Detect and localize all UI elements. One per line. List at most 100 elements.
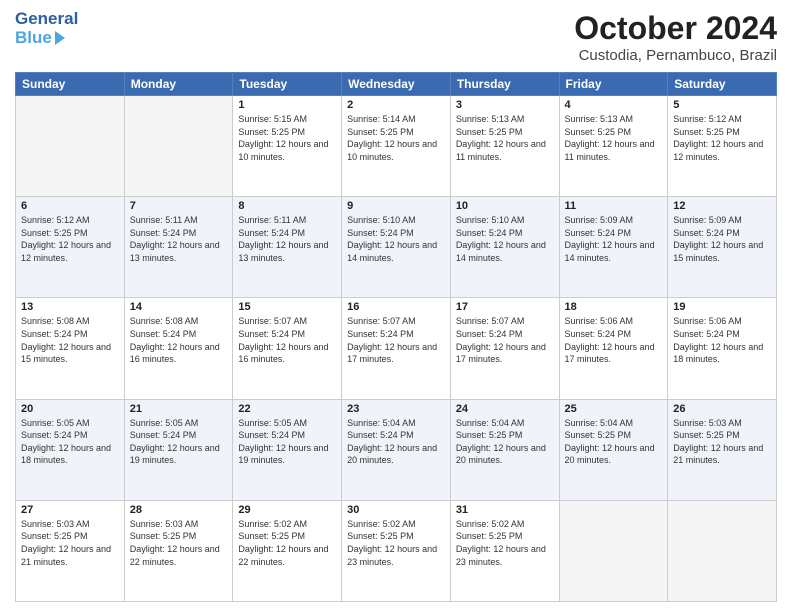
day-detail: Sunrise: 5:04 AMSunset: 5:24 PMDaylight:… xyxy=(347,417,445,467)
day-number: 12 xyxy=(673,200,771,212)
calendar-cell xyxy=(16,96,125,197)
day-header-tuesday: Tuesday xyxy=(233,73,342,96)
day-detail: Sunrise: 5:08 AMSunset: 5:24 PMDaylight:… xyxy=(21,315,119,365)
days-header-row: SundayMondayTuesdayWednesdayThursdayFrid… xyxy=(16,73,777,96)
day-detail: Sunrise: 5:12 AMSunset: 5:25 PMDaylight:… xyxy=(673,113,771,163)
day-number: 17 xyxy=(456,301,554,313)
day-detail: Sunrise: 5:05 AMSunset: 5:24 PMDaylight:… xyxy=(238,417,336,467)
day-detail: Sunrise: 5:11 AMSunset: 5:24 PMDaylight:… xyxy=(238,214,336,264)
calendar-cell: 9 Sunrise: 5:10 AMSunset: 5:24 PMDaylight… xyxy=(342,197,451,298)
day-detail: Sunrise: 5:09 AMSunset: 5:24 PMDaylight:… xyxy=(565,214,663,264)
day-number: 7 xyxy=(130,200,228,212)
logo-arrow-icon xyxy=(55,31,65,45)
calendar-cell: 1 Sunrise: 5:15 AMSunset: 5:25 PMDaylight… xyxy=(233,96,342,197)
day-number: 31 xyxy=(456,504,554,516)
day-detail: Sunrise: 5:04 AMSunset: 5:25 PMDaylight:… xyxy=(456,417,554,467)
week-row-5: 27Sunrise: 5:03 AMSunset: 5:25 PMDayligh… xyxy=(16,500,777,601)
calendar-cell: 2 Sunrise: 5:14 AMSunset: 5:25 PMDaylight… xyxy=(342,96,451,197)
calendar-cell: 14Sunrise: 5:08 AMSunset: 5:24 PMDayligh… xyxy=(124,298,233,399)
day-number: 16 xyxy=(347,301,445,313)
day-detail: Sunrise: 5:02 AMSunset: 5:25 PMDaylight:… xyxy=(347,518,445,568)
day-header-friday: Friday xyxy=(559,73,668,96)
day-number: 2 xyxy=(347,99,445,111)
day-detail: Sunrise: 5:12 AMSunset: 5:25 PMDaylight:… xyxy=(21,214,119,264)
calendar-cell: 23 Sunrise: 5:04 AMSunset: 5:24 PMDayligh… xyxy=(342,399,451,500)
day-detail: Sunrise: 5:03 AMSunset: 5:25 PMDaylight:… xyxy=(21,518,119,568)
day-number: 30 xyxy=(347,504,445,516)
calendar-cell: 15 Sunrise: 5:07 AMSunset: 5:24 PMDayligh… xyxy=(233,298,342,399)
day-detail: Sunrise: 5:10 AMSunset: 5:24 PMDaylight:… xyxy=(347,214,445,264)
calendar-cell: 11Sunrise: 5:09 AMSunset: 5:24 PMDayligh… xyxy=(559,197,668,298)
calendar-cell: 27Sunrise: 5:03 AMSunset: 5:25 PMDayligh… xyxy=(16,500,125,601)
day-number: 25 xyxy=(565,403,663,415)
page: General Blue October 2024 Custodia, Pern… xyxy=(0,0,792,612)
calendar-cell: 19 Sunrise: 5:06 AMSunset: 5:24 PMDayligh… xyxy=(668,298,777,399)
day-detail: Sunrise: 5:10 AMSunset: 5:24 PMDaylight:… xyxy=(456,214,554,264)
calendar-cell: 26 Sunrise: 5:03 AMSunset: 5:25 PMDayligh… xyxy=(668,399,777,500)
week-row-4: 20 Sunrise: 5:05 AMSunset: 5:24 PMDayligh… xyxy=(16,399,777,500)
day-detail: Sunrise: 5:11 AMSunset: 5:24 PMDaylight:… xyxy=(130,214,228,264)
calendar-cell xyxy=(668,500,777,601)
day-detail: Sunrise: 5:07 AMSunset: 5:24 PMDaylight:… xyxy=(238,315,336,365)
calendar-cell: 17 Sunrise: 5:07 AMSunset: 5:24 PMDayligh… xyxy=(450,298,559,399)
week-row-3: 13 Sunrise: 5:08 AMSunset: 5:24 PMDayligh… xyxy=(16,298,777,399)
month-title: October 2024 xyxy=(574,10,777,47)
day-number: 8 xyxy=(238,200,336,212)
day-header-saturday: Saturday xyxy=(668,73,777,96)
calendar-cell: 10 Sunrise: 5:10 AMSunset: 5:24 PMDayligh… xyxy=(450,197,559,298)
day-header-wednesday: Wednesday xyxy=(342,73,451,96)
calendar-cell: 12 Sunrise: 5:09 AMSunset: 5:24 PMDayligh… xyxy=(668,197,777,298)
logo-blue: Blue xyxy=(15,29,52,48)
day-number: 15 xyxy=(238,301,336,313)
day-number: 5 xyxy=(673,99,771,111)
calendar-cell: 24 Sunrise: 5:04 AMSunset: 5:25 PMDayligh… xyxy=(450,399,559,500)
day-number: 10 xyxy=(456,200,554,212)
day-number: 23 xyxy=(347,403,445,415)
calendar-cell: 5 Sunrise: 5:12 AMSunset: 5:25 PMDaylight… xyxy=(668,96,777,197)
calendar-cell: 28 Sunrise: 5:03 AMSunset: 5:25 PMDayligh… xyxy=(124,500,233,601)
day-number: 26 xyxy=(673,403,771,415)
calendar-cell: 16 Sunrise: 5:07 AMSunset: 5:24 PMDayligh… xyxy=(342,298,451,399)
day-detail: Sunrise: 5:07 AMSunset: 5:24 PMDaylight:… xyxy=(456,315,554,365)
day-detail: Sunrise: 5:15 AMSunset: 5:25 PMDaylight:… xyxy=(238,113,336,163)
day-number: 4 xyxy=(565,99,663,111)
day-detail: Sunrise: 5:03 AMSunset: 5:25 PMDaylight:… xyxy=(673,417,771,467)
day-number: 22 xyxy=(238,403,336,415)
day-detail: Sunrise: 5:03 AMSunset: 5:25 PMDaylight:… xyxy=(130,518,228,568)
location: Custodia, Pernambuco, Brazil xyxy=(574,47,777,64)
day-number: 28 xyxy=(130,504,228,516)
day-detail: Sunrise: 5:04 AMSunset: 5:25 PMDaylight:… xyxy=(565,417,663,467)
calendar-cell: 21Sunrise: 5:05 AMSunset: 5:24 PMDayligh… xyxy=(124,399,233,500)
day-header-sunday: Sunday xyxy=(16,73,125,96)
day-detail: Sunrise: 5:05 AMSunset: 5:24 PMDaylight:… xyxy=(130,417,228,467)
day-number: 6 xyxy=(21,200,119,212)
day-number: 14 xyxy=(130,301,228,313)
day-detail: Sunrise: 5:14 AMSunset: 5:25 PMDaylight:… xyxy=(347,113,445,163)
calendar-cell: 22 Sunrise: 5:05 AMSunset: 5:24 PMDayligh… xyxy=(233,399,342,500)
day-detail: Sunrise: 5:02 AMSunset: 5:25 PMDaylight:… xyxy=(238,518,336,568)
day-detail: Sunrise: 5:13 AMSunset: 5:25 PMDaylight:… xyxy=(565,113,663,163)
day-number: 24 xyxy=(456,403,554,415)
calendar-cell: 31 Sunrise: 5:02 AMSunset: 5:25 PMDayligh… xyxy=(450,500,559,601)
calendar-cell xyxy=(559,500,668,601)
calendar-cell: 13 Sunrise: 5:08 AMSunset: 5:24 PMDayligh… xyxy=(16,298,125,399)
title-block: October 2024 Custodia, Pernambuco, Brazi… xyxy=(574,10,777,64)
day-number: 9 xyxy=(347,200,445,212)
week-row-2: 6 Sunrise: 5:12 AMSunset: 5:25 PMDaylight… xyxy=(16,197,777,298)
calendar-cell: 25 Sunrise: 5:04 AMSunset: 5:25 PMDayligh… xyxy=(559,399,668,500)
day-number: 13 xyxy=(21,301,119,313)
day-number: 1 xyxy=(238,99,336,111)
day-detail: Sunrise: 5:09 AMSunset: 5:24 PMDaylight:… xyxy=(673,214,771,264)
calendar-cell: 30 Sunrise: 5:02 AMSunset: 5:25 PMDayligh… xyxy=(342,500,451,601)
day-detail: Sunrise: 5:13 AMSunset: 5:25 PMDaylight:… xyxy=(456,113,554,163)
day-detail: Sunrise: 5:02 AMSunset: 5:25 PMDaylight:… xyxy=(456,518,554,568)
day-detail: Sunrise: 5:06 AMSunset: 5:24 PMDaylight:… xyxy=(673,315,771,365)
calendar-cell: 29Sunrise: 5:02 AMSunset: 5:25 PMDayligh… xyxy=(233,500,342,601)
calendar-cell: 7 Sunrise: 5:11 AMSunset: 5:24 PMDaylight… xyxy=(124,197,233,298)
day-number: 20 xyxy=(21,403,119,415)
day-detail: Sunrise: 5:06 AMSunset: 5:24 PMDaylight:… xyxy=(565,315,663,365)
day-number: 18 xyxy=(565,301,663,313)
day-number: 19 xyxy=(673,301,771,313)
day-detail: Sunrise: 5:07 AMSunset: 5:24 PMDaylight:… xyxy=(347,315,445,365)
header: General Blue October 2024 Custodia, Pern… xyxy=(15,10,777,64)
